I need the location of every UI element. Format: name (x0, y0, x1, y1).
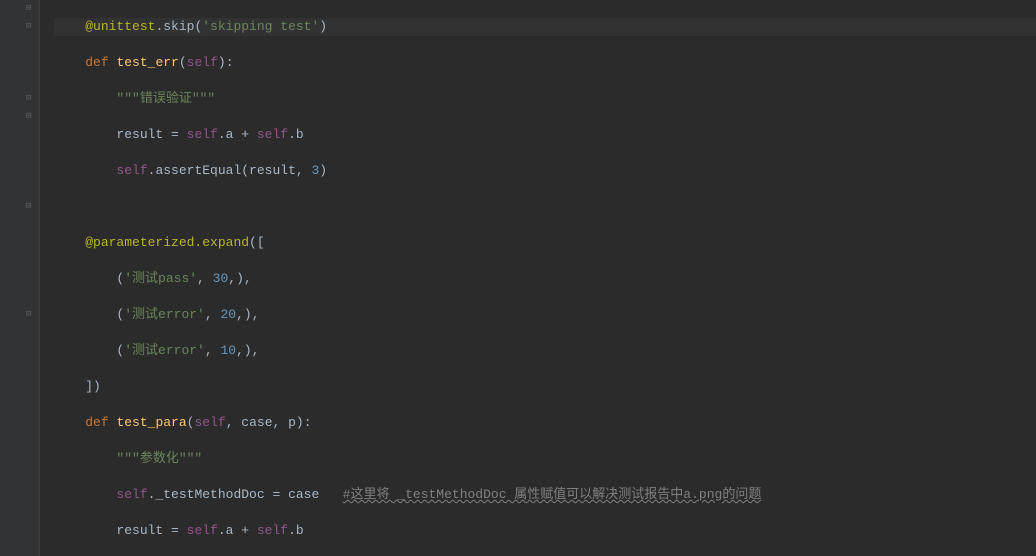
code-line: def test_para(self, case, p): (54, 414, 1036, 432)
code-line (54, 198, 1036, 216)
fold-icon[interactable]: ⊟ (26, 4, 35, 13)
code-line: ('测试pass', 30,), (54, 270, 1036, 288)
code-line: ]) (54, 378, 1036, 396)
gutter[interactable]: ⊟ ⊟ ⊟ ⊟ ⊟ ⊟ (0, 0, 40, 556)
fold-icon[interactable]: ⊟ (26, 202, 35, 211)
code-line: self.assertEqual(result, 3) (54, 162, 1036, 180)
fold-icon[interactable]: ⊟ (26, 310, 35, 319)
code-line: ('测试error', 20,), (54, 306, 1036, 324)
code-area[interactable]: @unittest.skip('skipping test') def test… (40, 0, 1036, 556)
code-line: def test_err(self): (54, 54, 1036, 72)
code-editor: ⊟ ⊟ ⊟ ⊟ ⊟ ⊟ @unittest.skip('skipping tes… (0, 0, 1036, 556)
code-line: result = self.a + self.b (54, 522, 1036, 540)
code-line: result = self.a + self.b (54, 126, 1036, 144)
code-line: ('测试error', 10,), (54, 342, 1036, 360)
code-line: self._testMethodDoc = case #这里将 _testMet… (54, 486, 1036, 504)
code-line: """错误验证""" (54, 90, 1036, 108)
fold-icon[interactable]: ⊟ (26, 94, 35, 103)
code-line: @parameterized.expand([ (54, 234, 1036, 252)
code-line: @unittest.skip('skipping test') (54, 18, 1036, 36)
fold-icon[interactable]: ⊟ (26, 22, 35, 31)
fold-icon[interactable]: ⊟ (26, 112, 35, 121)
code-line: """参数化""" (54, 450, 1036, 468)
